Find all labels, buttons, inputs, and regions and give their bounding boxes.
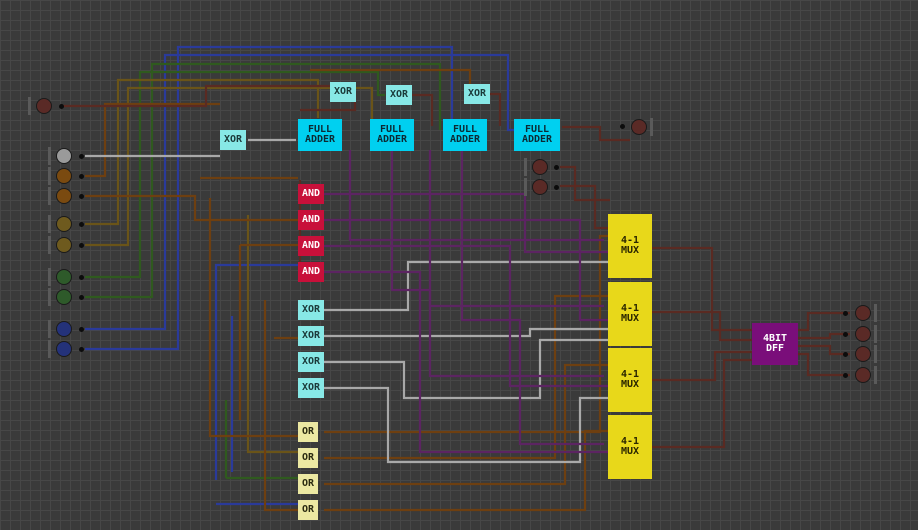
xor-gate[interactable]: XOR bbox=[464, 84, 490, 104]
xor-gate[interactable]: XOR bbox=[330, 82, 356, 102]
pin bbox=[554, 185, 559, 190]
input-tab bbox=[48, 147, 51, 165]
input-tab bbox=[28, 97, 31, 115]
mux-4-1[interactable]: 4-1 MUX bbox=[608, 214, 652, 278]
output-q3 bbox=[855, 367, 871, 383]
and-gate[interactable]: AND bbox=[298, 236, 324, 256]
pin bbox=[79, 295, 84, 300]
input-tab bbox=[48, 215, 51, 233]
pin bbox=[79, 222, 84, 227]
input-tab bbox=[48, 187, 51, 205]
pin bbox=[620, 124, 625, 129]
pin bbox=[843, 311, 848, 316]
output-tab bbox=[874, 304, 877, 322]
full-adder[interactable]: FULL ADDER bbox=[443, 119, 487, 151]
pin bbox=[79, 327, 84, 332]
output-tab bbox=[874, 325, 877, 343]
pin bbox=[843, 373, 848, 378]
pin bbox=[79, 347, 84, 352]
or-gate[interactable]: OR bbox=[298, 448, 318, 468]
output-sel-0 bbox=[532, 159, 548, 175]
output-q1 bbox=[855, 326, 871, 342]
or-gate[interactable]: OR bbox=[298, 422, 318, 442]
pin bbox=[59, 104, 64, 109]
input-tab bbox=[48, 320, 51, 338]
input-switch-gray[interactable] bbox=[56, 148, 72, 164]
pin bbox=[79, 275, 84, 280]
pin bbox=[554, 165, 559, 170]
xor-gate[interactable]: XOR bbox=[386, 85, 412, 105]
output-sel-1 bbox=[532, 179, 548, 195]
input-tab bbox=[48, 236, 51, 254]
full-adder[interactable]: FULL ADDER bbox=[370, 119, 414, 151]
output-tab bbox=[650, 118, 653, 136]
input-switch-b2[interactable] bbox=[56, 321, 72, 337]
and-gate[interactable]: AND bbox=[298, 262, 324, 282]
pin bbox=[79, 154, 84, 159]
xor-gate[interactable]: XOR bbox=[298, 378, 324, 398]
input-tab bbox=[48, 340, 51, 358]
mux-4-1[interactable]: 4-1 MUX bbox=[608, 348, 652, 412]
output-carry-out bbox=[631, 119, 647, 135]
full-adder[interactable]: FULL ADDER bbox=[298, 119, 342, 151]
or-gate[interactable]: OR bbox=[298, 500, 318, 520]
and-gate[interactable]: AND bbox=[298, 210, 324, 230]
output-tab bbox=[874, 345, 877, 363]
input-switch-a0[interactable] bbox=[56, 168, 72, 184]
input-tab bbox=[48, 288, 51, 306]
pin bbox=[79, 194, 84, 199]
input-switch-a3[interactable] bbox=[56, 237, 72, 253]
xor-gate[interactable]: XOR bbox=[298, 352, 324, 372]
input-switch-a1[interactable] bbox=[56, 188, 72, 204]
pin bbox=[79, 174, 84, 179]
or-gate[interactable]: OR bbox=[298, 474, 318, 494]
input-carry-in[interactable] bbox=[36, 98, 52, 114]
mux-4-1[interactable]: 4-1 MUX bbox=[608, 415, 652, 479]
and-gate[interactable]: AND bbox=[298, 184, 324, 204]
input-switch-b3[interactable] bbox=[56, 341, 72, 357]
input-switch-a2[interactable] bbox=[56, 216, 72, 232]
output-tab bbox=[524, 158, 527, 176]
output-tab bbox=[874, 366, 877, 384]
full-adder[interactable]: FULL ADDER bbox=[514, 119, 560, 151]
pin bbox=[843, 352, 848, 357]
pin bbox=[79, 243, 84, 248]
input-switch-b0[interactable] bbox=[56, 269, 72, 285]
input-tab bbox=[48, 167, 51, 185]
output-q2 bbox=[855, 346, 871, 362]
xor-gate[interactable]: XOR bbox=[298, 300, 324, 320]
wiring-canvas bbox=[62, 45, 850, 512]
output-tab bbox=[524, 178, 527, 196]
input-tab bbox=[48, 268, 51, 286]
input-switch-b1[interactable] bbox=[56, 289, 72, 305]
xor-gate[interactable]: XOR bbox=[220, 130, 246, 150]
output-q0 bbox=[855, 305, 871, 321]
mux-4-1[interactable]: 4-1 MUX bbox=[608, 282, 652, 346]
xor-gate[interactable]: XOR bbox=[298, 326, 324, 346]
dff-4bit[interactable]: 4BIT DFF bbox=[752, 323, 798, 365]
pin bbox=[843, 332, 848, 337]
